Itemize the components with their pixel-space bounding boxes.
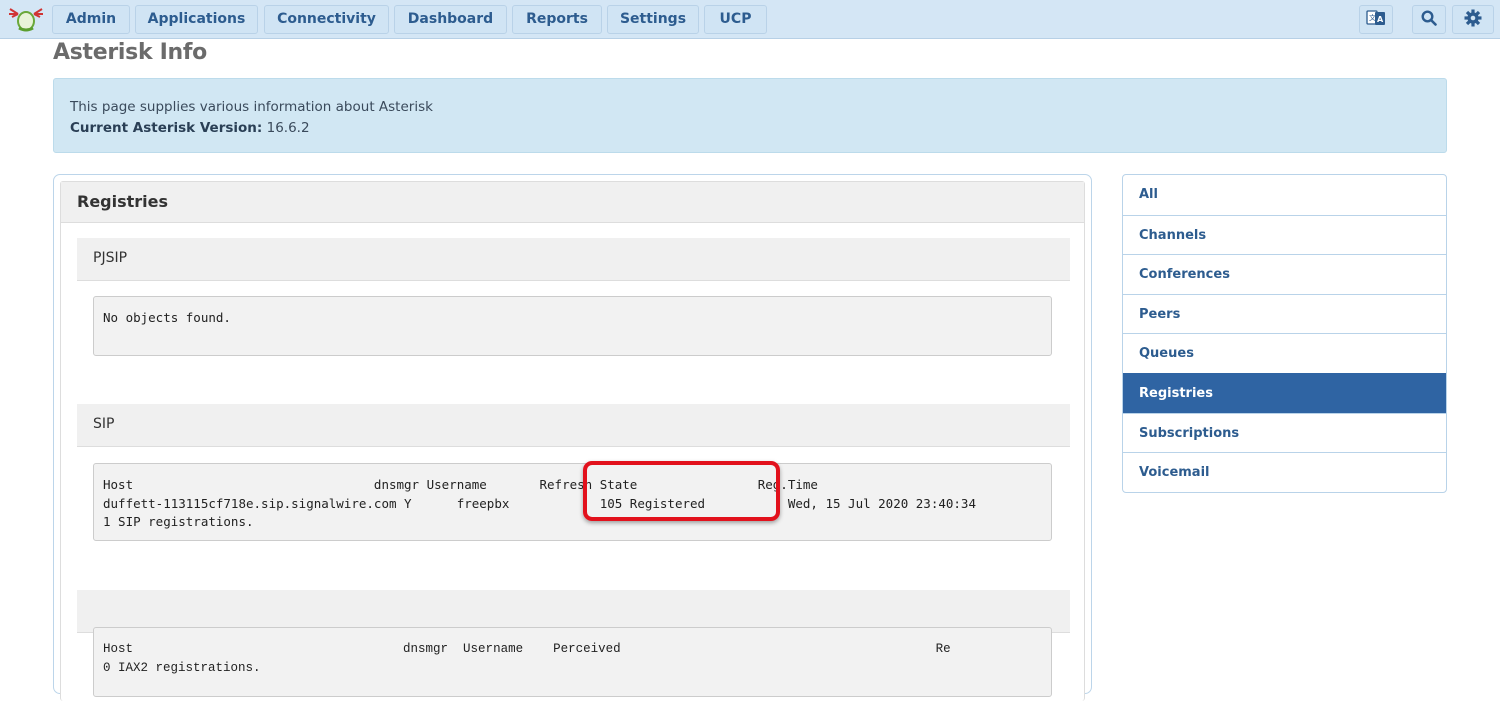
top-nav-bar: Admin Applications Connectivity Dashboar… [0,0,1500,39]
sip-output: Host dnsmgr Username Refresh State Reg.T… [93,463,1052,541]
sidebar-item-peers[interactable]: Peers [1123,293,1446,334]
sidebar-item-queues[interactable]: Queues [1123,333,1446,373]
info-alert: This page supplies various information a… [53,78,1447,153]
iax2-panel: Host dnsmgr Username Perceived Re 0 IAX2… [77,590,1070,710]
sidebar-item-conferences[interactable]: Conferences [1123,254,1446,294]
nav-connectivity[interactable]: Connectivity [264,5,389,34]
version-value: 16.6.2 [266,120,310,136]
sidebar-item-registries[interactable]: Registries [1123,372,1446,413]
registries-panel: Registries PJSIP No objects found. SIP H… [60,181,1085,701]
pjsip-heading: PJSIP [77,238,1070,281]
svg-text:文: 文 [1369,13,1376,22]
svg-text:A: A [1377,15,1384,24]
registries-heading: Registries [61,182,1084,223]
search-icon [1421,9,1437,30]
search-button[interactable] [1412,5,1446,34]
pjsip-output: No objects found. [93,296,1052,356]
sip-heading: SIP [77,404,1070,447]
info-section-list: All Channels Conferences Peers Queues Re… [1122,174,1447,493]
iax2-output: Host dnsmgr Username Perceived Re 0 IAX2… [93,627,1052,697]
sip-panel: SIP Host dnsmgr Username Refresh State R… [77,404,1070,569]
info-description: This page supplies various information a… [70,99,433,115]
nav-applications[interactable]: Applications [135,5,258,34]
main-content-panel: Registries PJSIP No objects found. SIP H… [53,174,1092,701]
settings-button[interactable] [1452,5,1494,34]
sidebar-item-voicemail[interactable]: Voicemail [1123,452,1446,492]
nav-dashboard[interactable]: Dashboard [394,5,507,34]
nav-ucp[interactable]: UCP [704,5,767,34]
page-title: Asterisk Info [53,40,207,65]
asterisk-version: Current Asterisk Version: 16.6.2 [70,118,1430,139]
pjsip-panel: PJSIP No objects found. [77,238,1070,384]
gear-icon [1464,9,1482,31]
version-label: Current Asterisk Version: [70,120,263,136]
nav-settings[interactable]: Settings [607,5,699,34]
nav-admin[interactable]: Admin [52,5,130,34]
sidebar-item-subscriptions[interactable]: Subscriptions [1123,412,1446,453]
sidebar-item-all[interactable]: All [1123,175,1446,215]
language-button[interactable]: 文 A [1359,5,1393,34]
sidebar-item-channels[interactable]: Channels [1123,214,1446,255]
freepbx-logo[interactable] [6,6,46,32]
nav-reports[interactable]: Reports [512,5,602,34]
translate-icon: 文 A [1366,9,1386,31]
